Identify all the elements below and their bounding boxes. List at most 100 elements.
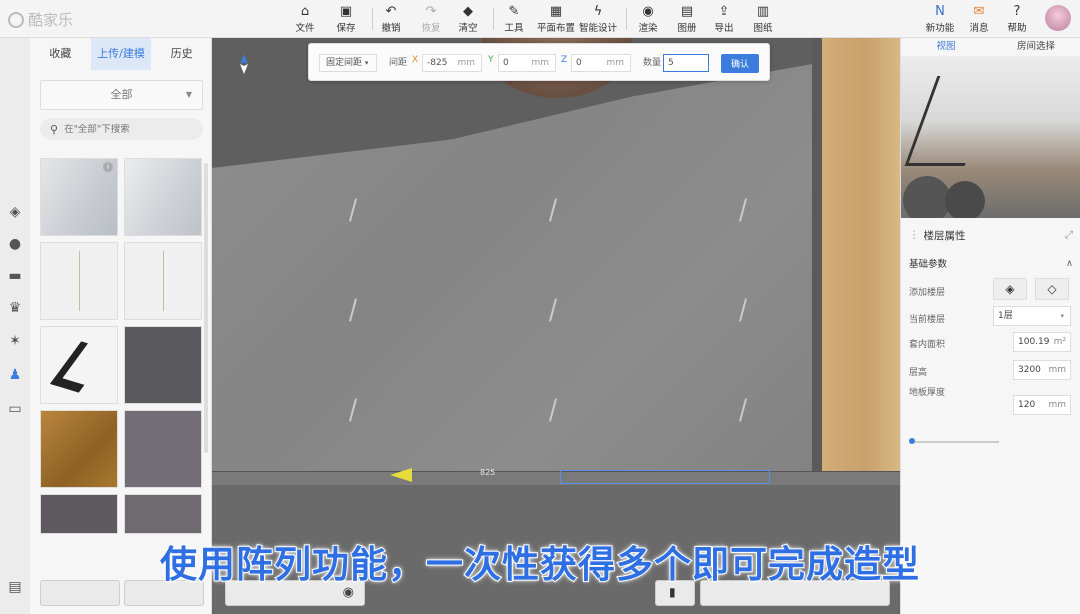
array-guide-strip — [212, 471, 900, 485]
save-button[interactable]: ▣ 保存 — [324, 4, 368, 34]
asset-thumbnail[interactable] — [124, 242, 202, 320]
undo-icon: ↶ — [385, 4, 397, 19]
count-label: 数量 — [643, 58, 662, 68]
properties-header: ⋮ 楼层属性 ⤢ — [901, 225, 1080, 245]
video-subtitle: 使用阵列功能，一次性获得多个即可完成造型 — [159, 542, 920, 587]
view-tabs: 视图 房间选择 — [901, 38, 1080, 56]
y-spacing-input[interactable]: 0 mm — [498, 54, 556, 72]
render-button[interactable]: ◉ 渲染 — [626, 4, 670, 34]
right-panel: 视图 房间选择 ⋮ 楼层属性 ⤢ 基础参数 ∧ 添加楼层 ◈ ◇ 当前楼层 1层… — [900, 38, 1080, 614]
search-icon: ⚲ — [50, 122, 59, 136]
asset-thumbnail[interactable] — [124, 494, 202, 534]
lightbulb-icon[interactable]: ● — [6, 235, 24, 253]
search-box[interactable]: ⚲ — [40, 118, 203, 140]
floor-properties: ⋮ 楼层属性 ⤢ 基础参数 ∧ 添加楼层 ◈ ◇ 当前楼层 1层 ▾ 套内面积 1… — [901, 225, 1080, 444]
undo-button[interactable]: ↶ 撤销 — [369, 4, 413, 34]
crown-icon[interactable]: ♛ — [6, 299, 24, 317]
floor-height-label: 层高 — [909, 368, 928, 378]
wrench-icon: ✎ — [508, 4, 520, 19]
panel-tabs: 收藏 上传/建模 历史 — [30, 38, 212, 70]
sofa-icon[interactable]: ▬ — [6, 267, 24, 285]
asset-thumbnail[interactable] — [40, 494, 118, 534]
tab-history[interactable]: 历史 — [151, 38, 212, 70]
array-mode-select[interactable]: 固定间距 ▾ — [319, 54, 377, 72]
render-icon: ◉ — [642, 4, 654, 19]
y-axis-label: Y — [488, 55, 494, 65]
dimension-label: 825 — [480, 468, 496, 477]
logo-text: 酷家乐 — [28, 11, 74, 29]
chevron-down-icon: ▾ — [364, 59, 369, 67]
compass-icon[interactable] — [240, 54, 248, 74]
z-spacing-input[interactable]: 0 mm — [571, 54, 631, 72]
tab-room-select[interactable]: 房间选择 — [991, 38, 1080, 56]
model-icon[interactable]: ✶ — [6, 332, 24, 350]
current-floor-select[interactable]: 1层 ▾ — [993, 306, 1071, 326]
current-floor-label: 当前楼层 — [909, 315, 946, 325]
export-icon: ⇪ — [718, 4, 730, 19]
expand-icon[interactable]: ⤢ — [1065, 229, 1073, 242]
eraser-icon: ◆ — [463, 4, 473, 19]
asset-thumbnail[interactable] — [40, 326, 118, 404]
x-axis-label: X — [412, 55, 419, 65]
3d-preview[interactable] — [901, 56, 1080, 218]
layers-icon[interactable]: ◈ — [6, 203, 24, 221]
avatar[interactable] — [1045, 5, 1071, 31]
rod-shape — [79, 251, 80, 311]
user-icon[interactable]: ♟ — [6, 366, 24, 384]
array-direction-arrow[interactable] — [390, 468, 414, 482]
floor-height-input[interactable]: 3200 mm — [1013, 360, 1071, 380]
asset-thumbnail[interactable] — [40, 242, 118, 320]
wood-wall — [812, 38, 900, 483]
new-feature-button[interactable]: N 新功能 — [918, 4, 962, 34]
layers-add-icon: ◈ — [1005, 282, 1015, 296]
chevron-up-icon: ∧ — [1066, 257, 1073, 269]
home-icon: ⌂ — [300, 4, 310, 19]
app-logo[interactable]: 酷家乐 — [8, 9, 73, 30]
asset-thumbnail[interactable] — [40, 410, 118, 488]
category-select[interactable]: 全部 ▼ — [40, 80, 203, 110]
asset-thumbnail[interactable] — [124, 326, 202, 404]
x-spacing-input[interactable]: -825 mm — [422, 54, 482, 72]
bus-icon[interactable]: ▭ — [6, 400, 24, 418]
left-icon-rail: ◈ ● ▬ ♛ ✶ ♟ ▭ ▤ — [0, 38, 30, 614]
slab-thickness-input[interactable]: 120 mm — [1013, 395, 1071, 415]
chevron-down-icon: ▾ — [1060, 312, 1064, 320]
chair-shape — [903, 176, 951, 218]
file-button[interactable]: ⌂ 文件 — [283, 4, 327, 34]
tab-favorites[interactable]: 收藏 — [30, 38, 91, 70]
drag-handle-icon[interactable]: ⋮ — [909, 229, 920, 241]
section-title: 基础参数 — [909, 259, 948, 270]
tab-view[interactable]: 视图 — [901, 38, 991, 56]
add-floor-down-button[interactable]: ◇ — [1035, 278, 1069, 300]
tools-button[interactable]: ✎ 工具 — [492, 4, 536, 34]
spacing-label: 间距 — [389, 58, 408, 68]
staircase-shape — [904, 76, 998, 166]
slider-knob[interactable] — [909, 438, 915, 444]
spiral-stair-icon — [50, 341, 110, 393]
clear-button[interactable]: ◆ 清空 — [446, 4, 490, 34]
confirm-button[interactable]: 确认 — [721, 54, 759, 73]
panel-scrollbar[interactable] — [204, 163, 208, 453]
tab-upload-model[interactable]: 上传/建模 — [90, 38, 152, 70]
add-floor-up-button[interactable]: ◈ — [993, 278, 1027, 300]
category-value: 全部 — [110, 88, 133, 101]
smart-design-button[interactable]: ϟ 智能设计 — [576, 4, 620, 34]
basic-params-section[interactable]: 基础参数 ∧ — [901, 251, 1080, 275]
3d-viewport[interactable]: 825 固定间距 ▾ 间距 X -825 mm Y 0 mm Z 0 mm 数量 5 … — [212, 38, 900, 614]
asset-thumbnail[interactable] — [124, 158, 202, 236]
floorplan-button[interactable]: ▦ 平面布置 — [534, 4, 578, 34]
drawing-icon: ▥ — [756, 4, 770, 19]
search-input[interactable] — [64, 123, 195, 135]
z-axis-label: Z — [561, 55, 568, 65]
slab-thickness-slider[interactable] — [909, 438, 999, 444]
drawing-button[interactable]: ▥ 图纸 — [741, 4, 785, 34]
area-label: 套内面积 — [909, 340, 946, 350]
asset-thumbnail[interactable] — [124, 410, 202, 488]
count-input[interactable]: 5 — [663, 54, 709, 72]
asset-thumbnail[interactable]: i — [40, 158, 118, 236]
selected-object-outline[interactable] — [560, 470, 770, 484]
save-icon: ▣ — [339, 4, 353, 19]
info-icon[interactable]: i — [103, 162, 113, 172]
help-button[interactable]: ? 帮助 — [995, 4, 1039, 34]
export-button[interactable]: ⇪ 导出 — [702, 4, 746, 34]
